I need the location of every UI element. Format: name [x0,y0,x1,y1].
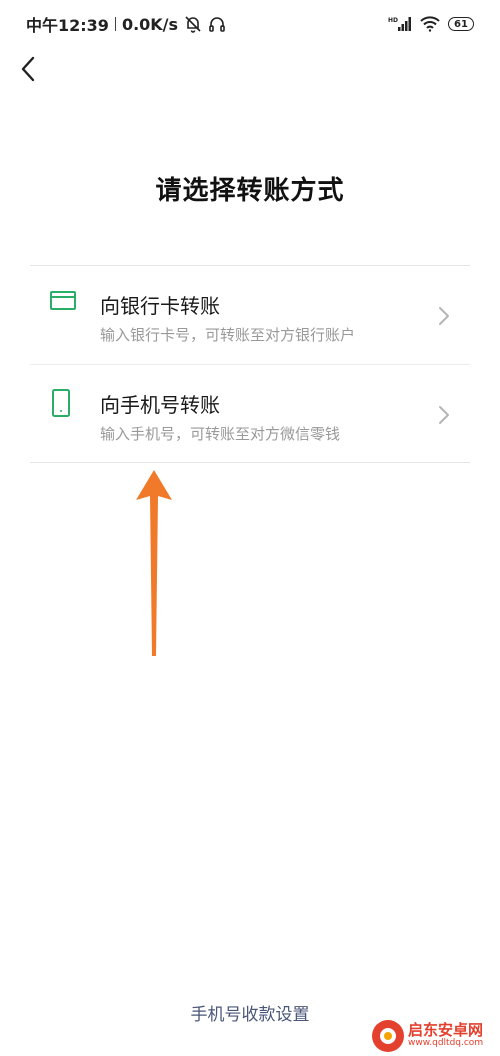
status-net-speed: 0.0K/s [121,14,179,34]
battery-indicator: 61 [448,17,474,31]
chevron-left-icon [21,56,35,82]
watermark-url: www.qdltdq.com [408,1038,484,1049]
watermark-logo-icon [372,1020,404,1052]
chevron-right-icon [438,405,450,429]
option-bank-card-transfer[interactable]: 向银行卡转账 输入银行卡号，可转账至对方银行账户 [30,266,470,364]
site-watermark: 启东安卓网 www.qdltdq.com [372,1018,497,1054]
headset-icon [208,15,226,33]
watermark-name: 启东安卓网 [408,1021,484,1040]
cellular-signal-icon: HD [388,16,412,32]
bell-muted-icon [184,15,202,33]
transfer-options-list: 向银行卡转账 输入银行卡号，可转账至对方银行账户 向手机号转账 输入手机号，可转… [30,265,470,463]
annotation-arrow [132,470,176,664]
phone-icon [50,389,72,421]
back-button[interactable] [12,52,46,86]
option-description: 输入银行卡号，可转账至对方银行账户 [100,326,356,344]
option-title: 向手机号转账 [100,393,220,417]
option-description: 输入手机号，可转账至对方微信零钱 [100,425,341,443]
status-time: 中午12:39 [26,16,109,35]
option-title: 向银行卡转账 [100,294,220,318]
option-phone-transfer[interactable]: 向手机号转账 输入手机号，可转账至对方微信零钱 [30,364,470,462]
status-divider [114,17,116,31]
status-bar: 中午12:39 0.0K/s HD 61 [0,0,500,48]
page-title: 请选择转账方式 [155,176,345,206]
wifi-icon [420,16,440,32]
chevron-right-icon [438,306,450,330]
svg-text:HD: HD [388,17,398,24]
bank-card-icon [50,290,76,316]
